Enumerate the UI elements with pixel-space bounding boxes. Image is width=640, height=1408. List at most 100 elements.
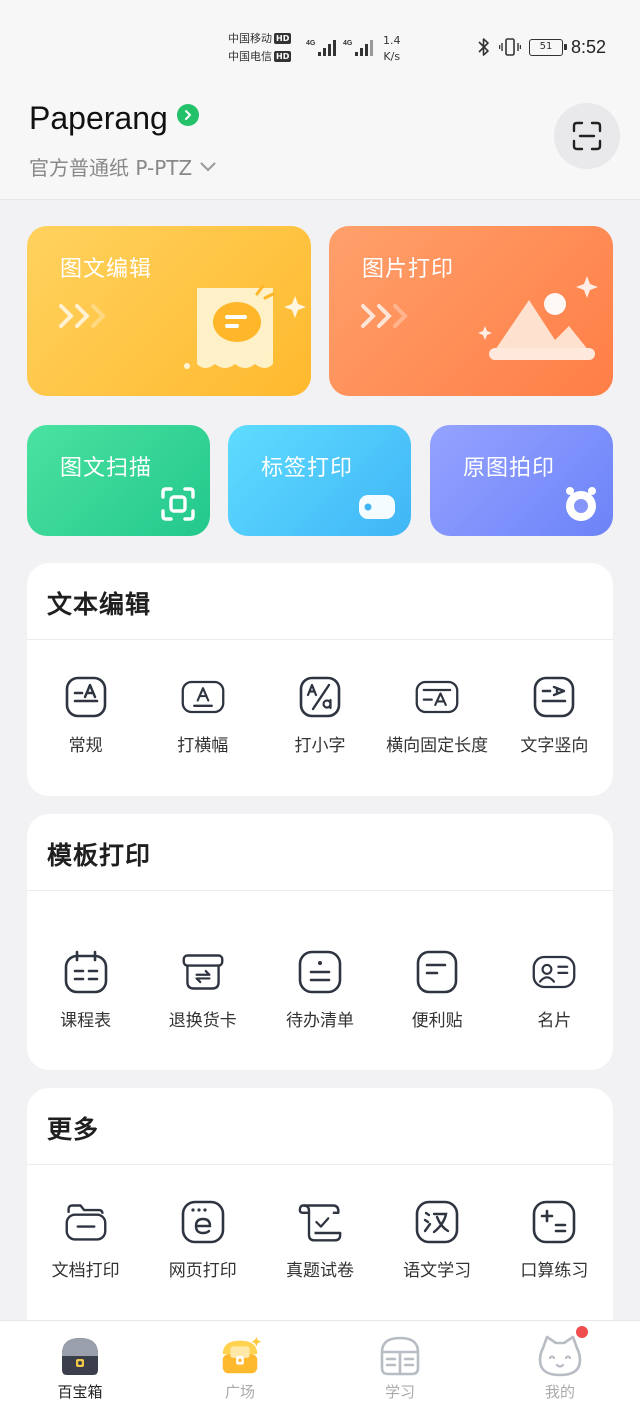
chinese-char-icon [415,1200,459,1244]
section-title: 模板打印 [47,841,152,870]
tool-label: 便利贴 [411,1011,463,1031]
photo-print-card[interactable]: 原图拍印 [430,425,613,536]
more-section: 更多 文档打印 网页打印 真题试卷 语文学习 口算练习 [27,1088,613,1348]
printer-icon [57,1333,103,1379]
tool-label: 课程表 [60,1011,112,1031]
app-title: Paperang [29,100,168,136]
tool-timetable[interactable]: 课程表 [27,950,144,1031]
net-type-2: 4G [343,40,353,47]
nav-label: 广场 [224,1383,255,1401]
return-box-icon [181,950,225,994]
tool-row: 文档打印 网页打印 真题试卷 语文学习 口算练习 [27,1200,613,1281]
battery-indicator: 51 [528,38,567,56]
tag-icon [359,495,395,519]
paper-type-selector[interactable]: 官方普通纸 P-PTZ [29,152,216,181]
tool-exam-paper[interactable]: 真题试卷 [261,1200,378,1281]
banner-icon [181,675,225,719]
card-label: 图片打印 [362,257,455,282]
browser-icon [181,1200,225,1244]
tool-sticky-note[interactable]: 便利贴 [379,950,496,1031]
carrier-2: 中国电信 [228,50,272,63]
tool-label: 常规 [68,736,103,756]
tool-vertical-text[interactable]: 文字竖向 [496,675,613,756]
hd-badge-1: HD [274,33,292,44]
net-type-1: 4G [306,40,316,47]
template-print-section: 模板打印 课程表 退换货卡 待办清单 便利贴 名片 [27,814,613,1070]
sticky-note-icon [415,950,459,994]
tool-label: 文字竖向 [520,736,589,756]
camera-icon [566,487,596,521]
tool-small-text[interactable]: 打小字 [261,675,378,756]
tool-business-card[interactable]: 名片 [496,950,613,1031]
paper-type-label: 官方普通纸 P-PTZ [29,156,193,180]
hd-badge-2: HD [274,51,292,62]
carrier-1: 中国移动 [228,32,272,45]
tool-label: 文档打印 [51,1261,120,1281]
receipt-chat-icon [184,284,306,369]
carrier-info: 中国移动 HD 中国电信 HD [228,30,292,66]
section-divider [27,890,613,891]
tool-fixed-length[interactable]: 横向固定长度 [379,675,496,756]
section-divider [27,639,613,640]
tool-mental-math[interactable]: 口算练习 [496,1200,613,1281]
label-print-card[interactable]: 标签打印 [228,425,411,536]
image-text-edit-card[interactable]: 图文编辑 [27,226,311,396]
scan-card[interactable]: 图文扫描 [27,425,210,536]
network-speed: 1.4 K/s [383,33,401,65]
card-label: 图文编辑 [60,257,153,282]
small-text-icon [298,675,342,719]
tool-banner[interactable]: 打横幅 [144,675,261,756]
tool-web-print[interactable]: 网页打印 [144,1200,261,1281]
chevron-down-icon [200,162,216,171]
vibrate-icon [498,38,521,56]
scan-frame-icon [161,487,195,521]
vertical-text-icon [532,675,576,719]
tool-regular[interactable]: 常规 [27,675,144,756]
tool-label: 退换货卡 [168,1011,237,1031]
nav-label: 百宝箱 [57,1383,103,1401]
card-label: 图文扫描 [60,456,153,481]
treasure-chest-icon [217,1333,263,1379]
status-bar: 中国移动 HD 中国电信 HD 4G 4G 1.4 K/s 51 8:52 [0,0,640,72]
device-selector[interactable]: Paperang [29,100,199,137]
nav-square[interactable]: 广场 [160,1321,320,1408]
tool-label: 待办清单 [285,1011,354,1031]
exam-scroll-icon [298,1200,342,1244]
text-edit-section: 文本编辑 常规 打横幅 打小字 横向固定长度 文字竖向 [27,563,613,796]
text-align-icon [64,675,108,719]
fixed-length-icon [415,675,459,719]
section-title: 更多 [47,1115,100,1144]
card-label: 原图拍印 [463,456,556,481]
tool-label: 横向固定长度 [386,736,489,756]
bottom-nav: 百宝箱 广场 学习 我的 [0,1320,640,1408]
scan-button[interactable] [554,103,620,169]
mountain-picture-icon [478,276,598,360]
nav-label: 我的 [544,1383,575,1401]
image-print-card[interactable]: 图片打印 [329,226,613,396]
todo-list-icon [298,950,342,994]
tool-return-card[interactable]: 退换货卡 [144,950,261,1031]
speed-unit: K/s [383,50,401,63]
business-card-icon [532,950,576,994]
chevron-right-circle-icon[interactable] [176,103,199,126]
double-chevron-icon [361,304,408,328]
section-divider [27,1164,613,1165]
tool-label: 语文学习 [403,1261,472,1281]
tool-label: 打小字 [294,736,346,756]
nav-profile[interactable]: 我的 [480,1321,640,1408]
tool-document-print[interactable]: 文档打印 [27,1200,144,1281]
notification-dot [576,1326,588,1338]
folder-icon [64,1200,108,1244]
tool-row: 课程表 退换货卡 待办清单 便利贴 名片 [27,950,613,1031]
signal-icon-1: 4G [306,40,336,56]
status-time: 8:52 [570,36,606,57]
tool-chinese-study[interactable]: 语文学习 [379,1200,496,1281]
tool-todo-list[interactable]: 待办清单 [261,950,378,1031]
nav-toolbox[interactable]: 百宝箱 [0,1321,160,1408]
nav-label: 学习 [384,1383,415,1401]
bluetooth-icon [478,38,489,56]
tool-label: 口算练习 [520,1261,589,1281]
tool-label: 网页打印 [168,1261,237,1281]
nav-study[interactable]: 学习 [320,1321,480,1408]
speed-value: 1.4 [383,34,401,47]
